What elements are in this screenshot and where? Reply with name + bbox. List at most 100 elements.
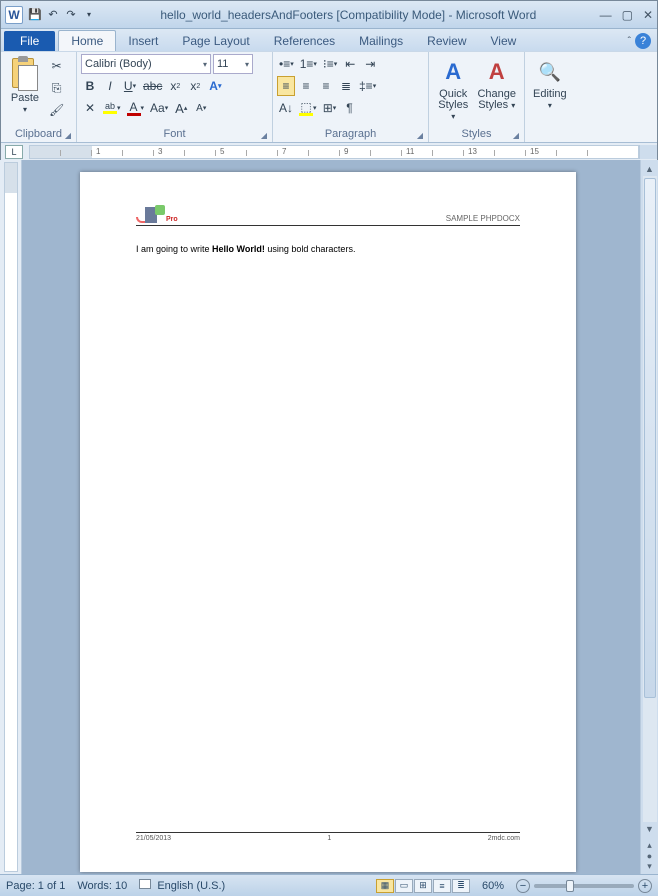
show-marks-button[interactable]: ¶ — [341, 98, 359, 118]
view-print-layout-button[interactable]: ▦ — [376, 879, 394, 893]
quick-styles-icon: A — [437, 56, 469, 88]
ribbon: Paste▾ ✂ ⎘ 🖌 Clipboard◢ Calibri (Body)▾ … — [1, 51, 657, 143]
justify-button[interactable]: ≣ — [337, 76, 355, 96]
minimize-ribbon-icon[interactable]: ˆ — [628, 36, 631, 47]
save-icon[interactable]: 💾 — [27, 7, 43, 23]
bullets-button[interactable]: •≡▾ — [277, 54, 296, 74]
text-effects-button[interactable]: A▾ — [206, 76, 224, 96]
view-web-button[interactable]: ⊞ — [414, 879, 432, 893]
horizontal-ruler[interactable]: 1 3 5 7 9 11 13 15 — [29, 145, 639, 159]
scroll-up-icon[interactable]: ▲ — [645, 162, 654, 176]
underline-button[interactable]: U▾ — [121, 76, 139, 96]
font-color-button[interactable]: A▾ — [125, 98, 147, 118]
zoom-slider[interactable] — [534, 884, 634, 888]
close-button[interactable]: ✕ — [643, 8, 653, 22]
font-dialog-icon[interactable]: ◢ — [261, 131, 267, 140]
zoom-out-button[interactable]: − — [516, 879, 530, 893]
scroll-track[interactable] — [643, 176, 657, 822]
next-page-icon[interactable]: ▾ — [647, 861, 652, 872]
change-case-button[interactable]: Aa▾ — [148, 98, 170, 118]
scroll-thumb[interactable] — [644, 178, 656, 698]
status-page[interactable]: Page: 1 of 1 — [6, 880, 65, 892]
sort-button[interactable]: A↓ — [277, 98, 295, 118]
decrease-indent-button[interactable]: ⇤ — [341, 54, 359, 74]
cut-button[interactable]: ✂ — [47, 56, 66, 76]
increase-indent-button[interactable]: ⇥ — [361, 54, 379, 74]
format-painter-button[interactable]: 🖌 — [47, 100, 66, 120]
bold-button[interactable]: B — [81, 76, 99, 96]
paragraph-dialog-icon[interactable]: ◢ — [417, 131, 423, 140]
strikethrough-button[interactable]: abc — [141, 76, 164, 96]
shading-button[interactable]: ⬚▾ — [297, 98, 319, 118]
clear-formatting-button[interactable]: ✕ — [81, 98, 99, 118]
status-words[interactable]: Words: 10 — [77, 880, 127, 892]
superscript-button[interactable]: x2 — [186, 76, 204, 96]
ribbon-tabs: File Home Insert Page Layout References … — [1, 29, 657, 51]
tab-home[interactable]: Home — [58, 30, 116, 51]
italic-button[interactable]: I — [101, 76, 119, 96]
styles-dialog-icon[interactable]: ◢ — [513, 131, 519, 140]
quick-styles-button[interactable]: A Quick Styles ▾ — [433, 54, 473, 124]
header-logo-text: Pro — [166, 216, 178, 223]
work-area: Pro SAMPLE PHPDOCX I am going to write H… — [0, 160, 658, 874]
document-body[interactable]: I am going to write Hello World! using b… — [136, 244, 520, 254]
align-center-button[interactable]: ≡ — [297, 76, 315, 96]
tab-mailings[interactable]: Mailings — [347, 31, 415, 51]
align-right-button[interactable]: ≡ — [317, 76, 335, 96]
redo-icon[interactable]: ↷ — [63, 7, 79, 23]
footer-date: 21/05/2013 — [136, 835, 171, 842]
qat-more-icon[interactable]: ▾ — [81, 7, 97, 23]
document-viewport[interactable]: Pro SAMPLE PHPDOCX I am going to write H… — [22, 160, 640, 874]
minimize-button[interactable]: — — [600, 8, 612, 22]
footer-site: 2mdc.com — [488, 835, 520, 842]
view-outline-button[interactable]: ≡ — [433, 879, 451, 893]
paste-button[interactable]: Paste▾ — [5, 54, 45, 117]
help-icon[interactable]: ? — [635, 33, 651, 49]
view-draft-button[interactable]: ≣ — [452, 879, 470, 893]
status-bar: Page: 1 of 1 Words: 10 English (U.S.) ▦ … — [0, 874, 658, 896]
view-full-screen-button[interactable]: ▭ — [395, 879, 413, 893]
ruler-toggle-icon[interactable] — [639, 145, 657, 159]
vertical-scrollbar[interactable]: ▲ ▼ ▴ ● ▾ — [640, 160, 658, 874]
highlight-button[interactable]: ab▾ — [101, 98, 123, 118]
font-size-value: 11 — [217, 58, 228, 70]
group-clipboard: Paste▾ ✂ ⎘ 🖌 Clipboard◢ — [1, 52, 77, 142]
vertical-ruler[interactable] — [4, 162, 18, 872]
undo-icon[interactable]: ↶ — [45, 7, 61, 23]
copy-button[interactable]: ⎘ — [47, 78, 66, 98]
font-name-select[interactable]: Calibri (Body)▾ — [81, 54, 211, 74]
shrink-font-button[interactable]: A▾ — [192, 98, 210, 118]
subscript-button[interactable]: x2 — [166, 76, 184, 96]
multilevel-list-button[interactable]: ⁝≡▾ — [321, 54, 339, 74]
tab-view[interactable]: View — [479, 31, 529, 51]
status-language[interactable]: English (U.S.) — [139, 879, 225, 892]
page: Pro SAMPLE PHPDOCX I am going to write H… — [80, 172, 576, 872]
change-styles-icon: A — [481, 56, 513, 88]
grow-font-button[interactable]: A▴ — [172, 98, 190, 118]
tab-selector[interactable]: L — [5, 145, 23, 159]
tab-insert[interactable]: Insert — [116, 31, 170, 51]
scroll-down-icon[interactable]: ▼ — [645, 822, 654, 836]
numbering-button[interactable]: 1≡▾ — [298, 54, 319, 74]
line-spacing-button[interactable]: ‡≡▾ — [357, 76, 378, 96]
align-left-button[interactable]: ≡ — [277, 76, 295, 96]
tab-review[interactable]: Review — [415, 31, 478, 51]
group-styles-label: Styles — [462, 128, 492, 140]
font-size-select[interactable]: 11▾ — [213, 54, 253, 74]
browse-object-icon[interactable]: ● — [647, 851, 652, 861]
change-styles-button[interactable]: A Change Styles ▾ — [473, 54, 520, 113]
clipboard-dialog-icon[interactable]: ◢ — [65, 131, 71, 140]
app-icon[interactable]: W — [5, 6, 23, 24]
zoom-value[interactable]: 60% — [482, 880, 504, 892]
maximize-button[interactable]: ▢ — [622, 8, 633, 22]
tab-file[interactable]: File — [4, 31, 55, 51]
zoom-slider-thumb[interactable] — [566, 880, 574, 892]
prev-page-icon[interactable]: ▴ — [647, 840, 652, 851]
vertical-ruler-pane — [0, 160, 22, 874]
editing-button[interactable]: 🔍 Editing▾ — [529, 54, 571, 113]
borders-button[interactable]: ⊞▾ — [321, 98, 339, 118]
group-styles: A Quick Styles ▾ A Change Styles ▾ Style… — [429, 52, 525, 142]
zoom-in-button[interactable]: + — [638, 879, 652, 893]
tab-page-layout[interactable]: Page Layout — [170, 31, 261, 51]
tab-references[interactable]: References — [262, 31, 347, 51]
